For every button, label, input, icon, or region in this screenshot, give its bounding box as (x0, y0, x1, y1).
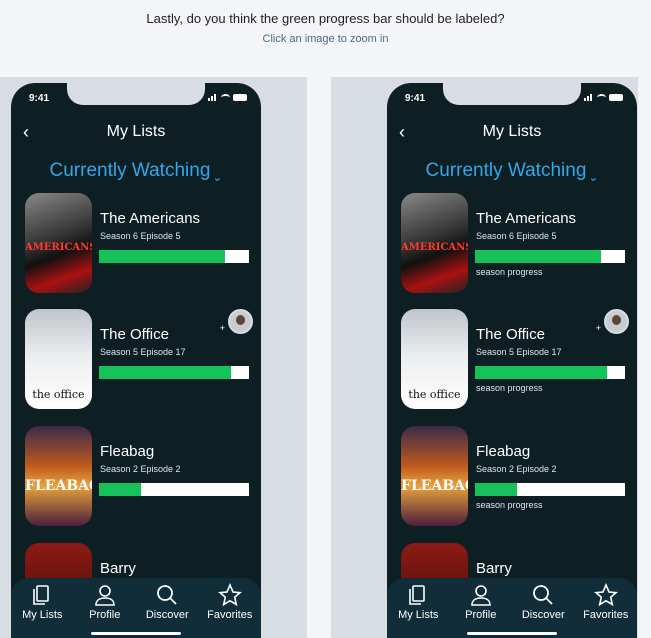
progress-bar (475, 250, 625, 263)
show-item[interactable]: AMERICANS The Americans Season 6 Episode… (401, 193, 631, 293)
show-item[interactable]: the office + The Office Season 5 Episode… (25, 309, 255, 409)
tab-profile[interactable]: Profile (75, 583, 135, 638)
phone-notch (443, 83, 581, 105)
tab-bar: My Lists Profile Discover Favorites (387, 578, 637, 638)
tab-discover[interactable]: Discover (137, 583, 197, 638)
tab-discover[interactable]: Discover (513, 583, 573, 638)
show-item[interactable]: the office + The Office Season 5 Episode… (401, 309, 631, 409)
star-icon (217, 583, 242, 607)
screen-title: My Lists (482, 123, 542, 140)
show-name: Fleabag (476, 443, 531, 460)
episode-label: Season 5 Episode 17 (476, 347, 562, 357)
show-poster: FLEABAG (401, 426, 468, 526)
show-item[interactable]: AMERICANS The Americans Season 6 Episode… (25, 193, 255, 293)
status-icons (208, 94, 247, 101)
progress-fill (99, 366, 231, 379)
list-stack-icon (33, 585, 50, 605)
show-name: The Office (100, 326, 169, 343)
progress-fill (99, 483, 141, 496)
show-name: Fleabag (100, 443, 155, 460)
progress-fill (475, 250, 601, 263)
status-icons (584, 94, 623, 101)
chevron-down-icon: ⌄ (212, 170, 223, 184)
show-name: Barry (100, 560, 136, 577)
section-dropdown[interactable]: Currently Watching ⌄ (11, 160, 261, 184)
status-time: 9:41 (29, 93, 50, 104)
show-poster: the office (401, 309, 468, 409)
profile-icon (470, 585, 491, 606)
tab-bar: My Lists Profile Discover Favorites (11, 578, 261, 638)
episode-label: Season 5 Episode 17 (100, 347, 186, 357)
shared-avatar[interactable] (604, 309, 629, 334)
section-dropdown[interactable]: Currently Watching ⌄ (387, 160, 637, 184)
show-name: The Americans (100, 210, 201, 227)
tab-my-lists[interactable]: My Lists (12, 583, 72, 638)
progress-bar (475, 483, 625, 496)
search-icon (157, 585, 177, 605)
progress-label: season progress (476, 500, 543, 510)
episode-label: Season 2 Episode 2 (100, 464, 181, 474)
progress-bar (475, 366, 625, 379)
tab-my-lists[interactable]: My Lists (388, 583, 448, 638)
progress-bar (99, 250, 249, 263)
shared-avatar[interactable] (228, 309, 253, 334)
battery-icon (233, 94, 247, 101)
show-item[interactable]: FLEABAG Fleabag Season 2 Episode 2 (25, 426, 255, 526)
show-poster: AMERICANS (25, 193, 92, 293)
show-poster: FLEABAG (25, 426, 92, 526)
plus-icon: + (595, 323, 601, 333)
show-poster: the office (25, 309, 92, 409)
phone-screen: 9:41 ‹ My Lists Currently Watching ⌄ AMER… (11, 83, 261, 638)
option-labeled-image[interactable]: 9:41 ‹ My Lists Currently Watching ⌄ AMER… (331, 77, 638, 638)
episode-label: Season 6 Episode 5 (476, 231, 557, 241)
tab-profile[interactable]: Profile (451, 583, 511, 638)
progress-fill (475, 366, 607, 379)
list-stack-icon (409, 585, 426, 605)
question-text: Lastly, do you think the green progress … (146, 11, 505, 26)
progress-fill (475, 483, 517, 496)
zoom-hint: Click an image to zoom in (262, 33, 389, 45)
progress-label: season progress (476, 383, 543, 393)
show-name: The Americans (476, 210, 577, 227)
home-indicator (91, 632, 181, 635)
progress-label: season progress (476, 267, 543, 277)
section-label: Currently Watching (49, 160, 211, 181)
tab-favorites[interactable]: Favorites (200, 583, 260, 638)
section-label: Currently Watching (425, 160, 587, 181)
episode-label: Season 2 Episode 2 (476, 464, 557, 474)
show-name: Barry (476, 560, 512, 577)
home-indicator (467, 632, 557, 635)
episode-label: Season 6 Episode 5 (100, 231, 181, 241)
chevron-down-icon: ⌄ (588, 170, 599, 184)
battery-icon (609, 94, 623, 101)
status-time: 9:41 (405, 93, 426, 104)
phone-screen: 9:41 ‹ My Lists Currently Watching ⌄ AMER… (387, 83, 637, 638)
search-icon (533, 585, 553, 605)
progress-bar (99, 483, 249, 496)
phone-notch (67, 83, 205, 105)
signal-icon (584, 94, 594, 101)
signal-icon (208, 94, 218, 101)
show-item[interactable]: FLEABAG Fleabag Season 2 Episode 2 seaso… (401, 426, 631, 526)
wifi-icon (597, 94, 606, 101)
wifi-icon (221, 94, 230, 101)
profile-icon (94, 585, 115, 606)
screen-title: My Lists (106, 123, 166, 140)
option-unlabeled-image[interactable]: 9:41 ‹ My Lists Currently Watching ⌄ AMER… (0, 77, 307, 638)
show-name: The Office (476, 326, 545, 343)
progress-fill (99, 250, 225, 263)
plus-icon: + (219, 323, 225, 333)
tab-favorites[interactable]: Favorites (576, 583, 636, 638)
star-icon (593, 583, 618, 607)
progress-bar (99, 366, 249, 379)
show-poster: AMERICANS (401, 193, 468, 293)
